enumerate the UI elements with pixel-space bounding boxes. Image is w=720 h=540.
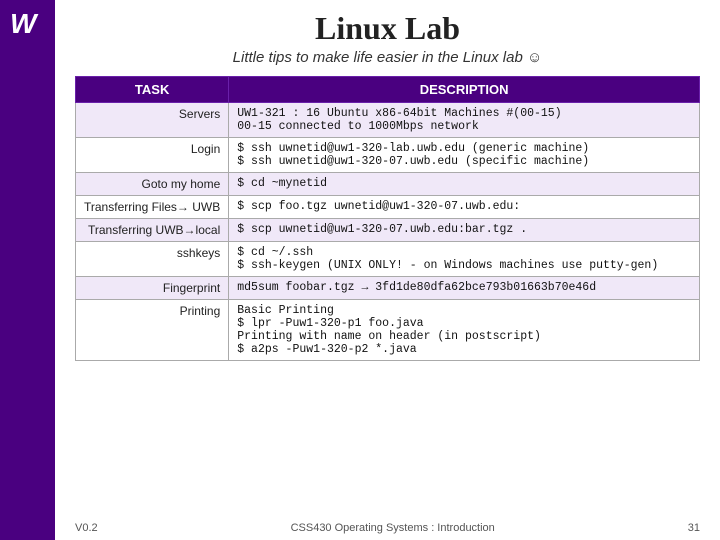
table-row: Goto my home$ cd ~mynetid	[76, 173, 700, 196]
linux-lab-table: TASK DESCRIPTION ServersUW1-321 : 16 Ubu…	[75, 76, 700, 361]
table-row: sshkeys$ cd ~/.ssh$ ssh-keygen (UNIX ONL…	[76, 242, 700, 277]
task-cell: Transferring UWB→local	[76, 219, 229, 242]
task-header: TASK	[76, 77, 229, 103]
task-cell: Fingerprint	[76, 277, 229, 300]
task-cell: Servers	[76, 103, 229, 138]
task-cell: Printing	[76, 300, 229, 361]
task-cell: Transferring Files→ UWB	[76, 196, 229, 219]
task-cell: Login	[76, 138, 229, 173]
main-content: Linux Lab Little tips to make life easie…	[55, 0, 720, 540]
desc-cell: $ cd ~mynetid	[229, 173, 700, 196]
description-header: DESCRIPTION	[229, 77, 700, 103]
table-row: Transferring UWB→local$ scp uwnetid@uw1-…	[76, 219, 700, 242]
table-row: ServersUW1-321 : 16 Ubuntu x86-64bit Mac…	[76, 103, 700, 138]
table-row: Transferring Files→ UWB$ scp foo.tgz uwn…	[76, 196, 700, 219]
table-row: PrintingBasic Printing$ lpr -Puw1-320-p1…	[76, 300, 700, 361]
desc-cell: $ scp uwnetid@uw1-320-07.uwb.edu:bar.tgz…	[229, 219, 700, 242]
desc-cell: md5sum foobar.tgz → 3fd1de80dfa62bce793b…	[229, 277, 700, 300]
desc-cell: $ ssh uwnetid@uw1-320-lab.uwb.edu (gener…	[229, 138, 700, 173]
desc-cell: UW1-321 : 16 Ubuntu x86-64bit Machines #…	[229, 103, 700, 138]
page-subtitle: Little tips to make life easier in the L…	[75, 49, 700, 66]
desc-cell: $ scp foo.tgz uwnetid@uw1-320-07.uwb.edu…	[229, 196, 700, 219]
footer: V0.2 CSS430 Operating Systems : Introduc…	[55, 522, 720, 534]
w-logo: W	[10, 8, 36, 40]
course-label: CSS430 Operating Systems : Introduction	[291, 522, 495, 534]
desc-cell: Basic Printing$ lpr -Puw1-320-p1 foo.jav…	[229, 300, 700, 361]
version-label: V0.2	[75, 522, 98, 534]
task-cell: sshkeys	[76, 242, 229, 277]
desc-cell: $ cd ~/.ssh$ ssh-keygen (UNIX ONLY! - on…	[229, 242, 700, 277]
task-cell: Goto my home	[76, 173, 229, 196]
table-row: Fingerprintmd5sum foobar.tgz → 3fd1de80d…	[76, 277, 700, 300]
table-row: Login$ ssh uwnetid@uw1-320-lab.uwb.edu (…	[76, 138, 700, 173]
page-title: Linux Lab	[75, 10, 700, 47]
page-number: 31	[688, 522, 700, 534]
